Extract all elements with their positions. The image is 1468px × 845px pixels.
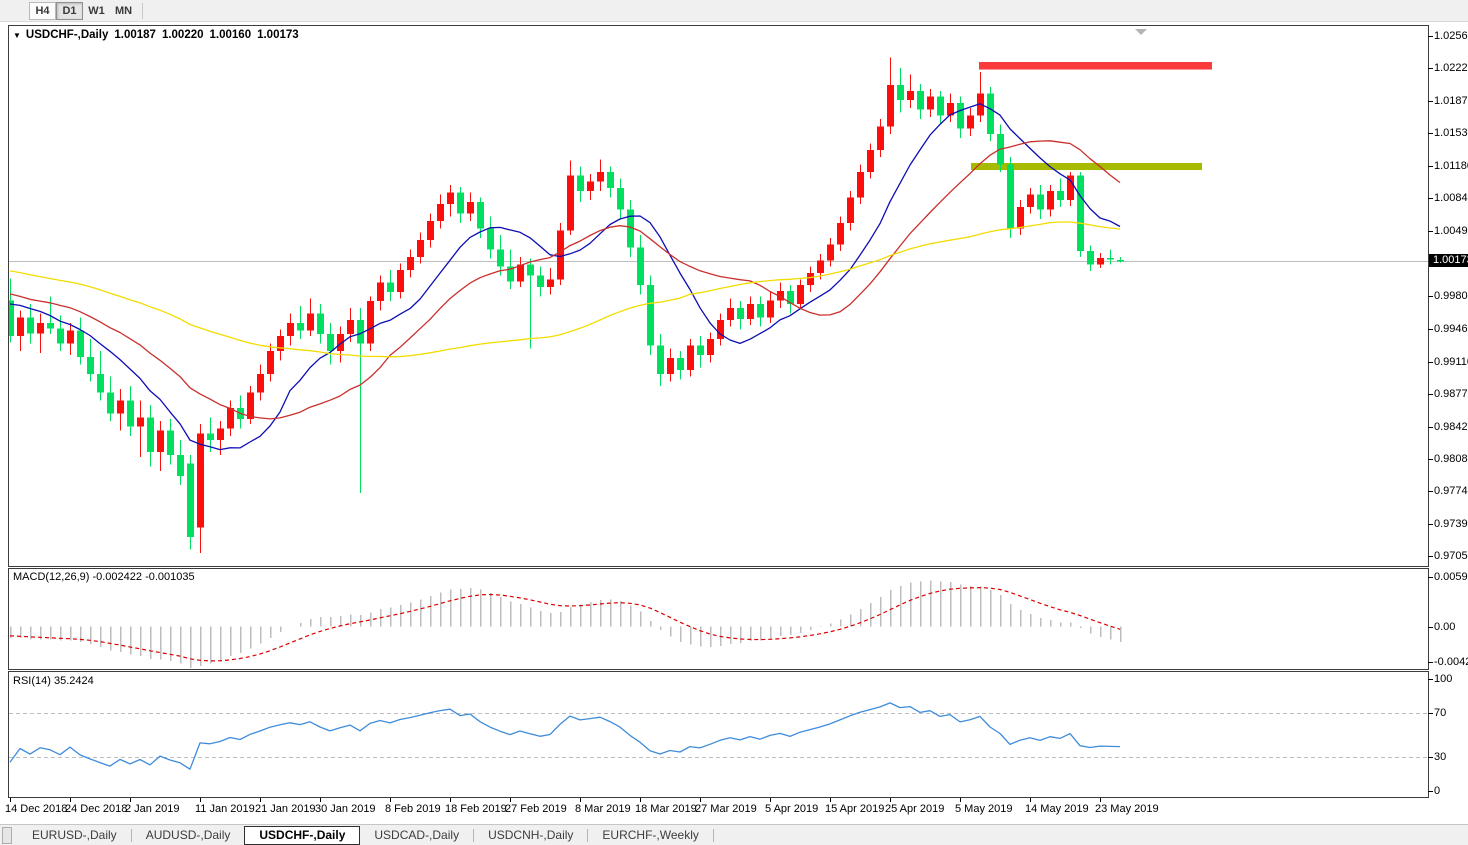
- symbol-dropdown-icon[interactable]: ▼: [13, 31, 21, 40]
- chart-tab-usdchf[interactable]: USDCHF-,Daily: [244, 826, 360, 845]
- price-pane[interactable]: [9, 26, 1429, 567]
- price-axis-label: 0.97390: [1434, 518, 1468, 530]
- chart-tab-eurusd[interactable]: EURUSD-,Daily: [18, 826, 131, 845]
- date-axis-label: 8 Feb 2019: [385, 803, 441, 815]
- chart-tab-audusd[interactable]: AUDUSD-,Daily: [132, 826, 245, 845]
- chart-tab-eurchf[interactable]: EURCHF-,Weekly: [588, 826, 712, 845]
- quote-high: 1.00220: [162, 29, 204, 41]
- macd-label: MACD(12,26,9) -0.002422 -0.001035: [13, 571, 195, 583]
- price-axis-label: 0.97740: [1434, 485, 1468, 497]
- price-axis-label: 1.00840: [1434, 192, 1468, 204]
- price-axis-label: 0.97050: [1434, 550, 1468, 562]
- timeframe-button-h4[interactable]: H4: [29, 2, 56, 20]
- rsi-label: RSI(14) 35.2424: [13, 675, 94, 687]
- date-axis-label: 8 Mar 2019: [575, 803, 631, 815]
- date-axis-label: 14 Dec 2018: [5, 803, 67, 815]
- date-axis-label: 15 Apr 2019: [825, 803, 884, 815]
- price-axis-label: 1.00490: [1434, 225, 1468, 237]
- quote-low: 1.00160: [210, 29, 252, 41]
- price-axis-label: 0.98080: [1434, 453, 1468, 465]
- date-axis-label: 14 May 2019: [1025, 803, 1089, 815]
- date-axis-label: 24 Dec 2018: [65, 803, 127, 815]
- rsi-pane[interactable]: [9, 672, 1429, 798]
- quote-open: 1.00187: [114, 29, 156, 41]
- price-axis-label: 0.99800: [1434, 290, 1468, 302]
- rsi-axis-label: 100: [1434, 673, 1452, 685]
- macd-pane[interactable]: [9, 569, 1429, 670]
- chart-tab-usdcnh[interactable]: USDCNH-,Daily: [474, 826, 587, 845]
- date-axis-label: 5 May 2019: [955, 803, 1012, 815]
- chart-canvas[interactable]: [0, 0, 1468, 845]
- current-price-tag: 1.00173: [1429, 254, 1468, 267]
- timeframe-button-mn[interactable]: MN: [110, 2, 137, 20]
- date-axis-label: 27 Mar 2019: [695, 803, 757, 815]
- date-axis-label: 2 Jan 2019: [125, 803, 179, 815]
- tab-scroll-stub[interactable]: [2, 827, 12, 844]
- chart-header: ▼ USDCHF-,Daily 1.00187 1.00220 1.00160 …: [13, 29, 299, 41]
- rsi-axis-label: 30: [1434, 751, 1446, 763]
- chart-symbol-label: USDCHF-,Daily: [26, 29, 108, 41]
- rsi-axis-label: 70: [1434, 707, 1446, 719]
- trading-terminal-window: H4D1W1MN ▼ USDCHF-,Daily 1.00187 1.00220…: [0, 0, 1468, 845]
- price-axis-label: 1.02220: [1434, 62, 1468, 74]
- timeframe-button-w1[interactable]: W1: [83, 2, 110, 20]
- date-axis-label: 27 Feb 2019: [505, 803, 567, 815]
- price-axis-label: 0.98770: [1434, 388, 1468, 400]
- macd-axis-label: 0.00597: [1434, 571, 1468, 583]
- date-axis-label: 18 Feb 2019: [445, 803, 507, 815]
- date-axis-label: 25 Apr 2019: [885, 803, 944, 815]
- price-axis-label: 0.98420: [1434, 421, 1468, 433]
- macd-axis-label: -0.004243: [1434, 656, 1468, 668]
- tab-separator: [713, 829, 714, 842]
- date-axis-label: 11 Jan 2019: [195, 803, 255, 815]
- timeframe-toolbar: H4D1W1MN: [0, 0, 1468, 22]
- date-axis-label: 23 May 2019: [1095, 803, 1159, 815]
- rsi-axis-label: 0: [1434, 785, 1440, 797]
- date-axis-label: 5 Apr 2019: [765, 803, 818, 815]
- date-axis-label: 21 Jan 2019: [255, 803, 316, 815]
- support-bar[interactable]: [971, 163, 1202, 170]
- toolbar-separator: [142, 3, 143, 19]
- price-axis-label: 1.01180: [1434, 160, 1468, 172]
- price-axis-label: 1.01530: [1434, 127, 1468, 139]
- price-axis-label: 0.99460: [1434, 323, 1468, 335]
- quote-close: 1.00173: [257, 29, 299, 41]
- price-axis-label: 1.01870: [1434, 95, 1468, 107]
- chart-tab-usdcad[interactable]: USDCAD-,Daily: [360, 826, 473, 845]
- timeframe-button-d1[interactable]: D1: [56, 2, 83, 20]
- chart-tab-bar: EURUSD-,DailyAUDUSD-,DailyUSDCHF-,DailyU…: [0, 824, 1468, 845]
- price-axis-label: 0.99110: [1434, 356, 1468, 368]
- price-axis-label: 1.02560: [1434, 30, 1468, 42]
- date-axis-label: 18 Mar 2019: [635, 803, 697, 815]
- resistance-bar[interactable]: [979, 62, 1212, 70]
- macd-axis-label: 0.00: [1434, 621, 1455, 633]
- date-axis-label: 30 Jan 2019: [315, 803, 376, 815]
